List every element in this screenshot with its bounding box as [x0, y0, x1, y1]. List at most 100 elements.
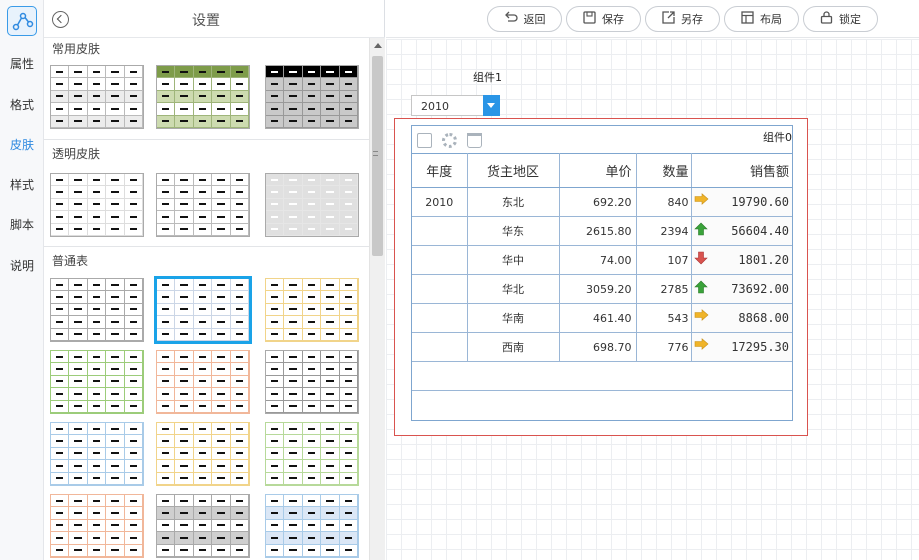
- rail-tab-format[interactable]: 格式: [0, 96, 44, 113]
- design-canvas[interactable]: 组件1 2010 组件0 年度 货主地区 单价 数量 销售额 2010 东北 6…: [386, 39, 919, 560]
- widget-tools: [417, 133, 482, 149]
- cell-sales: 17295.30: [691, 332, 792, 362]
- cell-region: 华北: [467, 274, 560, 304]
- skin-thumb[interactable]: [50, 494, 144, 558]
- skin-thumb[interactable]: [156, 350, 250, 414]
- rail-tab-script[interactable]: 脚本: [0, 216, 44, 233]
- rail-tab-properties[interactable]: 属性: [0, 55, 44, 72]
- table-row[interactable]: 华南 461.40 543 8868.00: [412, 303, 792, 333]
- sales-value: 8868.00: [738, 311, 789, 325]
- cell-region: 东北: [467, 187, 560, 217]
- rail-tab-style[interactable]: 样式: [0, 176, 44, 193]
- skin-thumb[interactable]: [265, 278, 359, 342]
- col-header-region[interactable]: 货主地区: [467, 153, 560, 188]
- skin-thumb[interactable]: [50, 278, 144, 342]
- table-row[interactable]: 华北 3059.20 2785 73692.00: [412, 274, 792, 304]
- panel-scrollbar[interactable]: [369, 38, 385, 560]
- save-as-button[interactable]: 另存: [645, 6, 720, 32]
- skin-thumb[interactable]: [50, 350, 144, 414]
- chevron-down-icon[interactable]: [483, 95, 500, 116]
- cell-qty: 107: [636, 245, 692, 275]
- top-toolbar: 返回 保存 另存 布局 锁定: [386, 0, 919, 38]
- cell-year: [412, 332, 468, 362]
- cell-sales: 73692.00: [691, 274, 792, 304]
- trend-down-arrow-icon: [693, 251, 708, 265]
- trash-icon[interactable]: [467, 133, 482, 148]
- widget1-label: 组件1: [473, 71, 502, 84]
- panel-header: 设置: [44, 0, 385, 38]
- scrollbar-thumb[interactable]: [372, 56, 383, 256]
- scroll-up-icon[interactable]: [374, 43, 382, 48]
- widget0-container[interactable]: 组件0 年度 货主地区 单价 数量 销售额 2010 东北 692.20 840 197…: [394, 118, 808, 436]
- section-common-skins: 常用皮肤: [52, 42, 101, 56]
- skin-thumb[interactable]: [265, 422, 359, 486]
- back-circle-icon[interactable]: [52, 11, 69, 28]
- cell-region: 华南: [467, 303, 560, 333]
- cell-price: 698.70: [559, 332, 637, 362]
- skin-thumb[interactable]: [156, 173, 250, 237]
- skin-thumb-selected[interactable]: [154, 276, 252, 344]
- lock-button[interactable]: 锁定: [803, 6, 878, 32]
- skin-thumb[interactable]: [265, 494, 359, 558]
- undo-icon: [504, 11, 518, 27]
- trend-right-arrow-icon: [694, 338, 708, 350]
- table-row[interactable]: 西南 698.70 776 17295.30: [412, 332, 792, 362]
- table-row[interactable]: 2010 东北 692.20 840 19790.60: [412, 187, 792, 217]
- rail-tab-description[interactable]: 说明: [0, 257, 44, 274]
- trend-right-arrow-icon: [694, 193, 708, 205]
- back-button[interactable]: 返回: [487, 6, 562, 32]
- skin-thumb[interactable]: [265, 173, 359, 237]
- col-header-price[interactable]: 单价: [559, 153, 637, 188]
- cell-sales: 56604.40: [691, 216, 792, 246]
- gear-icon[interactable]: [442, 133, 457, 148]
- year-select[interactable]: 2010: [411, 95, 500, 116]
- col-header-qty[interactable]: 数量: [636, 153, 692, 188]
- save-button[interactable]: 保存: [566, 6, 641, 32]
- skin-thumb[interactable]: [156, 422, 250, 486]
- panel-title: 设置: [192, 13, 220, 29]
- sales-value: 19790.60: [731, 195, 789, 209]
- skin-thumb[interactable]: [50, 173, 144, 237]
- cell-price: 74.00: [559, 245, 637, 275]
- cell-price: 692.20: [559, 187, 637, 217]
- data-table: 年度 货主地区 单价 数量 销售额 2010 东北 692.20 840 19790.6…: [412, 153, 792, 391]
- cell-price: 2615.80: [559, 216, 637, 246]
- skin-thumb[interactable]: [265, 350, 359, 414]
- col-header-sales[interactable]: 销售额: [691, 153, 792, 188]
- cell-year: [412, 245, 468, 275]
- col-header-year[interactable]: 年度: [412, 153, 468, 188]
- cell-qty: 2785: [636, 274, 692, 304]
- lock-icon: [820, 11, 833, 27]
- rail-tab-skin[interactable]: 皮肤: [0, 136, 44, 153]
- cell-qty: 840: [636, 187, 692, 217]
- widget0-table-frame: 组件0 年度 货主地区 单价 数量 销售额 2010 东北 692.20 840 197…: [411, 125, 793, 421]
- cell-qty: 776: [636, 332, 692, 362]
- cell-year: [412, 274, 468, 304]
- sales-value: 56604.40: [731, 224, 789, 238]
- skin-thumb[interactable]: [265, 65, 359, 129]
- cell-region: 华东: [467, 216, 560, 246]
- table-row[interactable]: 华东 2615.80 2394 56604.40: [412, 216, 792, 246]
- trend-up-arrow-icon: [693, 280, 708, 294]
- year-select-value: 2010: [421, 100, 449, 113]
- skin-thumb[interactable]: [50, 422, 144, 486]
- layout-button[interactable]: 布局: [724, 6, 799, 32]
- divider: [44, 139, 369, 140]
- cell-region: 西南: [467, 332, 560, 362]
- edit-icon[interactable]: [417, 133, 432, 148]
- table-row[interactable]: 华中 74.00 107 1801.20: [412, 245, 792, 275]
- section-normal-tables: 普通表: [52, 254, 89, 268]
- app-logo-icon[interactable]: [7, 6, 37, 36]
- section-transparent-skins: 透明皮肤: [52, 147, 101, 161]
- sales-value: 17295.30: [731, 340, 789, 354]
- divider: [44, 246, 369, 247]
- skin-thumb[interactable]: [156, 494, 250, 558]
- skin-thumb[interactable]: [50, 65, 144, 129]
- cell-qty: 2394: [636, 216, 692, 246]
- cell-sales: 8868.00: [691, 303, 792, 333]
- cell-region: 华中: [467, 245, 560, 275]
- skin-thumb[interactable]: [156, 65, 250, 129]
- cell-price: 3059.20: [559, 274, 637, 304]
- sales-value: 1801.20: [738, 253, 789, 267]
- scroll-grip-icon: [373, 151, 378, 156]
